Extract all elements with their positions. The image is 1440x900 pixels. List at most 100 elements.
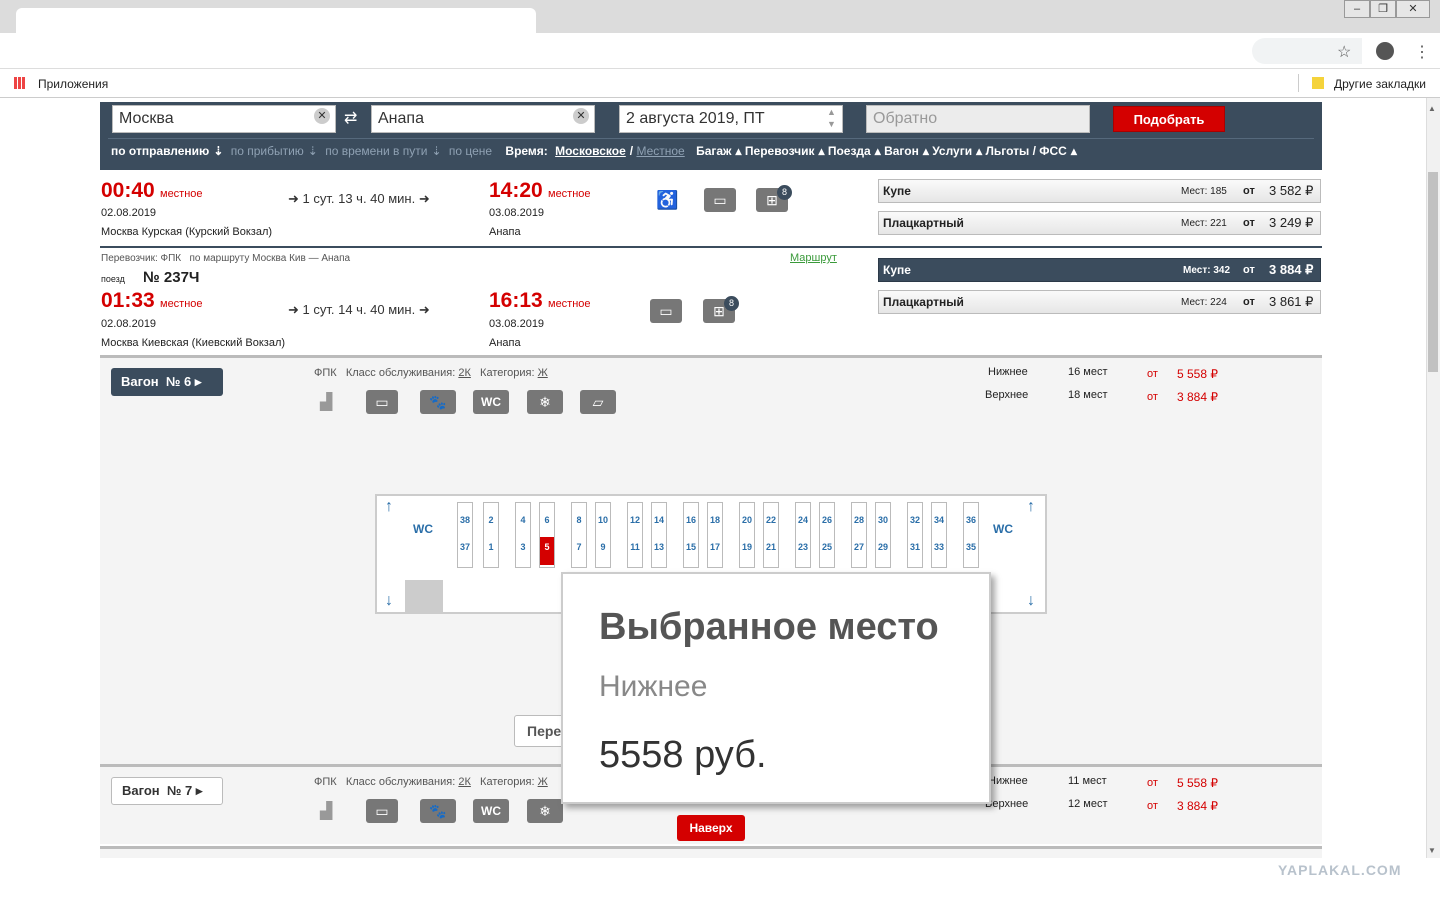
arrive-date: 03.08.2019: [489, 207, 545, 219]
sort-price[interactable]: по цене: [449, 144, 492, 158]
menu-icon[interactable]: ⋮: [1414, 42, 1430, 62]
seat-upper[interactable]: 12: [628, 515, 642, 525]
scroll-down-icon[interactable]: ▼: [1428, 846, 1436, 855]
bookmark-apps[interactable]: Приложения: [38, 77, 108, 91]
seat-upper[interactable]: 14: [652, 515, 666, 525]
filter-trains[interactable]: Поезда: [828, 144, 871, 158]
scroll-up-icon[interactable]: ▲: [1428, 104, 1436, 113]
seat-upper[interactable]: 34: [932, 515, 946, 525]
seat-column: 16 15: [683, 502, 699, 568]
scroll-top-button[interactable]: Наверх: [677, 815, 745, 841]
seat-lower[interactable]: 25: [820, 537, 834, 565]
minimize-button[interactable]: –: [1344, 0, 1370, 18]
submit-button[interactable]: Подобрать: [1113, 106, 1225, 132]
class-name: Плацкартный: [883, 295, 964, 309]
filter-benefits[interactable]: Льготы / ФСС: [985, 144, 1066, 158]
class-price: 3 582 ₽: [1269, 183, 1314, 198]
seat-upper[interactable]: 22: [764, 515, 778, 525]
profile-icon[interactable]: [1376, 42, 1394, 60]
seat-lower[interactable]: 15: [684, 537, 698, 565]
seat-lower[interactable]: 37: [458, 537, 472, 565]
train-number: № 237Ч: [143, 269, 200, 286]
seat-upper[interactable]: 16: [684, 515, 698, 525]
from-input[interactable]: Москва: [112, 105, 336, 133]
class-seats: Мест: 185: [1181, 186, 1227, 197]
seat-upper[interactable]: 18: [708, 515, 722, 525]
seat-upper[interactable]: 10: [596, 515, 610, 525]
class-seats: Мест: 342: [1183, 265, 1231, 276]
lower-count: 11 мест: [1068, 775, 1107, 787]
filter-services[interactable]: Услуги: [932, 144, 972, 158]
seat-lower[interactable]: 11: [628, 537, 642, 565]
seat-lower[interactable]: 33: [932, 537, 946, 565]
seat-lower[interactable]: 19: [740, 537, 754, 565]
filter-carrier[interactable]: Перевозчик: [745, 144, 815, 158]
seat-lower[interactable]: 3: [516, 537, 530, 565]
class-platz-2[interactable]: Плацкартный Мест: 224 от 3 861 ₽: [878, 290, 1321, 314]
sort-duration[interactable]: по времени в пути: [325, 144, 427, 158]
date-spinner-icon[interactable]: ▲ ▼: [827, 106, 836, 130]
seat-upper[interactable]: 8: [572, 515, 586, 525]
seat-upper[interactable]: 28: [852, 515, 866, 525]
seat-lower[interactable]: 27: [852, 537, 866, 565]
close-window-button[interactable]: ✕: [1396, 0, 1430, 18]
seat-lower-selected[interactable]: 5: [540, 537, 554, 565]
clear-from-icon[interactable]: ✕: [314, 108, 330, 124]
class-kupe-2[interactable]: Купе Мест: 342 от 3 884 ₽: [878, 258, 1321, 282]
seat-upper[interactable]: 30: [876, 515, 890, 525]
seat-upper[interactable]: 6: [540, 515, 554, 525]
browser-tab[interactable]: [16, 8, 536, 34]
seat-lower[interactable]: 7: [572, 537, 586, 565]
baggage-icon: ▭: [366, 799, 398, 823]
count-badge: 8: [724, 296, 739, 311]
upper-from: от: [1147, 800, 1158, 812]
arrive-time: 16:13: [489, 289, 543, 312]
seat-upper[interactable]: 38: [458, 515, 472, 525]
watermark: YAPLAKAL.COM: [1278, 862, 1402, 878]
seat-lower[interactable]: 23: [796, 537, 810, 565]
seat-upper[interactable]: 32: [908, 515, 922, 525]
apps-icon[interactable]: [14, 77, 26, 89]
time-local[interactable]: Местное: [636, 144, 684, 158]
star-icon[interactable]: ☆: [1337, 42, 1351, 62]
seat-upper[interactable]: 4: [516, 515, 530, 525]
seat-upper[interactable]: 2: [484, 515, 498, 525]
class-kupe-1[interactable]: Купе Мест: 185 от 3 582 ₽: [878, 179, 1321, 203]
bookmark-other[interactable]: Другие закладки: [1334, 77, 1426, 91]
swap-icon[interactable]: ⇄: [344, 108, 357, 128]
seat-upper[interactable]: 36: [964, 515, 978, 525]
search-panel: Москва ✕ ⇄ Анапа ✕ 2 августа 2019, ПТ ▲ ▼…: [100, 102, 1322, 170]
seat-lower[interactable]: 9: [596, 537, 610, 565]
seat-upper[interactable]: 26: [820, 515, 834, 525]
car-7-button[interactable]: Вагон № 7 ▸: [111, 777, 223, 805]
seat-lower[interactable]: 31: [908, 537, 922, 565]
air-conditioning-icon: ❄: [527, 799, 563, 823]
seat-column: 12 11: [627, 502, 643, 568]
return-input[interactable]: Обратно: [866, 105, 1090, 133]
car-6-button[interactable]: Вагон № 6 ▸: [111, 368, 223, 396]
filter-baggage[interactable]: Багаж: [696, 144, 731, 158]
seat-lower[interactable]: 1: [484, 537, 498, 565]
date-input[interactable]: 2 августа 2019, ПТ: [619, 105, 843, 133]
seat-lower[interactable]: 13: [652, 537, 666, 565]
seat-lower[interactable]: 29: [876, 537, 890, 565]
maximize-button[interactable]: ❐: [1370, 0, 1396, 18]
lower-from: от: [1147, 368, 1158, 380]
filter-car[interactable]: Вагон: [884, 144, 919, 158]
bedding-icon: ▱: [580, 390, 616, 414]
scrollbar-thumb[interactable]: [1428, 172, 1438, 372]
class-platz-1[interactable]: Плацкартный Мест: 221 от 3 249 ₽: [878, 211, 1321, 235]
seat-upper[interactable]: 24: [796, 515, 810, 525]
seat-upper[interactable]: 20: [740, 515, 754, 525]
sort-departure[interactable]: по отправлению: [111, 144, 209, 158]
sort-arrival[interactable]: по прибытию: [231, 144, 304, 158]
wc-icon: WC: [473, 799, 509, 823]
seat-lower[interactable]: 17: [708, 537, 722, 565]
to-input[interactable]: Анапа: [371, 105, 595, 133]
route-link[interactable]: Маршрут: [790, 252, 837, 264]
seat-lower[interactable]: 21: [764, 537, 778, 565]
time-moscow[interactable]: Московское: [555, 144, 626, 158]
sort-icon: ⇣: [307, 144, 318, 158]
clear-to-icon[interactable]: ✕: [573, 108, 589, 124]
seat-lower[interactable]: 35: [964, 537, 978, 565]
